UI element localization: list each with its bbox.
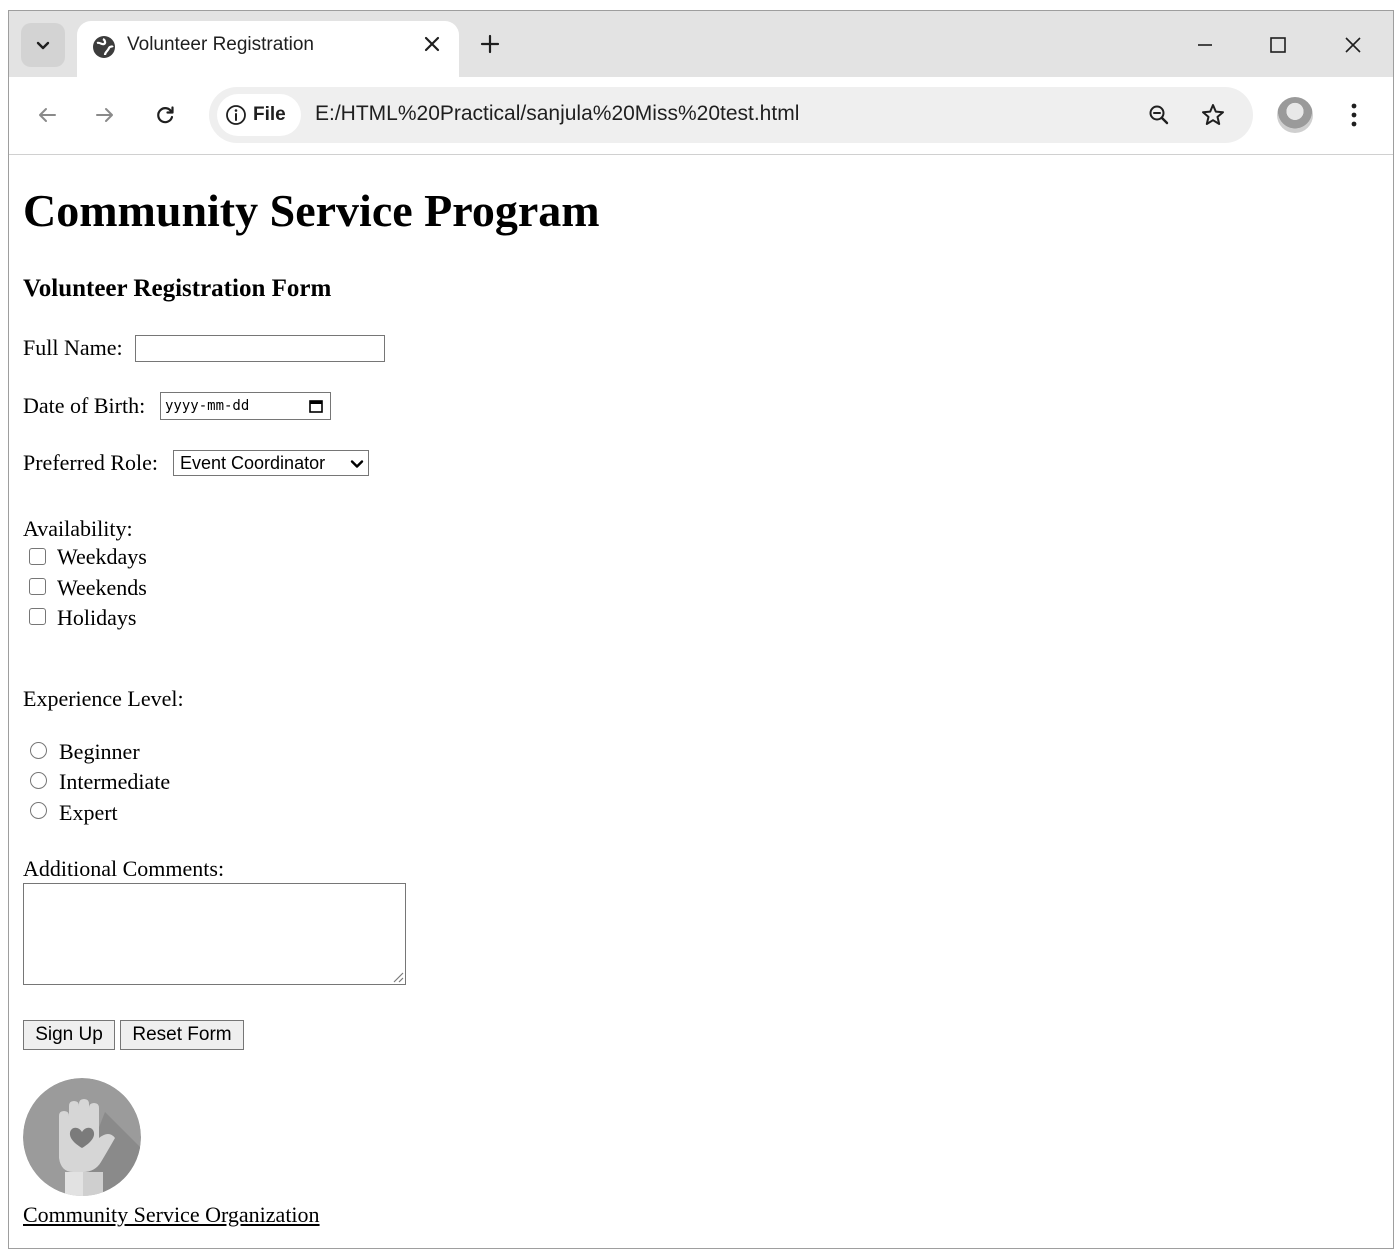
profile-avatar[interactable] [1277,97,1313,133]
close-icon [1345,37,1361,53]
browser-toolbar: File E:/HTML%20Practical/sanjula%20Miss%… [9,77,1393,155]
window-close-button[interactable] [1333,25,1373,65]
dob-input[interactable]: yyyy-mm-dd [160,392,331,420]
radio-intermediate-label: Intermediate [59,769,171,794]
checkbox-weekdays-label: Weekdays [57,544,147,569]
radio-beginner[interactable] [30,742,47,759]
minimize-icon [1198,44,1212,46]
checkbox-weekends[interactable] [29,578,46,595]
helping-hand-heart-icon [23,1078,141,1196]
tab-search-button[interactable] [21,23,65,67]
star-icon [1202,104,1224,125]
role-label: Preferred Role: [23,450,158,475]
organization-logo [23,1078,141,1196]
url-text[interactable]: E:/HTML%20Practical/sanjula%20Miss%20tes… [315,102,799,126]
tab-title: Volunteer Registration [127,34,314,55]
radio-beginner-label: Beginner [59,739,140,764]
comments-textarea[interactable] [23,883,406,985]
radio-intermediate[interactable] [30,772,47,789]
sign-up-button[interactable]: Sign Up [23,1020,115,1050]
dob-placeholder: yyyy-mm-dd [165,398,250,414]
radio-expert-label: Expert [59,800,118,825]
browser-menu-button[interactable] [1339,95,1369,135]
back-button[interactable] [27,95,67,135]
arrow-right-icon [96,108,113,122]
maximize-button[interactable] [1258,25,1298,65]
zoom-button[interactable] [1141,97,1177,133]
bookmark-button[interactable] [1195,97,1231,133]
reload-button[interactable] [145,95,185,135]
arrow-left-icon [39,108,56,122]
page-content: Community Service Program Volunteer Regi… [9,156,1393,1248]
reload-icon [157,106,174,124]
tab-volunteer-registration[interactable]: Volunteer Registration [77,21,459,77]
checkbox-holidays-label: Holidays [57,605,137,630]
close-icon [424,36,440,52]
more-vertical-icon [1351,103,1357,127]
organization-link[interactable]: Community Service Organization [23,1204,320,1226]
checkbox-weekdays[interactable] [29,548,46,565]
experience-label: Experience Level: [23,686,184,711]
minimize-button[interactable] [1185,25,1225,65]
browser-window: Volunteer Registration File E:/HTML%20Pr… [8,10,1394,1249]
resize-grip-icon[interactable] [390,969,404,983]
tab-close-button[interactable] [417,29,447,59]
role-selected-value: Event Coordinator [180,452,326,473]
dob-label: Date of Birth: [23,393,146,418]
chevron-down-icon [36,41,50,50]
radio-expert[interactable] [30,802,47,819]
address-bar[interactable]: File E:/HTML%20Practical/sanjula%20Miss%… [209,87,1253,143]
availability-label: Availability: [23,516,133,541]
checkbox-weekends-label: Weekends [57,575,147,600]
page-title: Community Service Program [23,185,600,236]
full-name-input[interactable] [135,335,385,362]
plus-icon [480,34,500,54]
calendar-icon[interactable] [308,398,324,414]
role-select[interactable]: Event Coordinator [173,450,369,476]
chevron-down-icon [350,460,364,468]
forward-button[interactable] [85,95,125,135]
info-icon [226,105,246,125]
comments-label: Additional Comments: [23,856,225,881]
new-tab-button[interactable] [473,27,507,61]
globe-icon [93,36,115,58]
full-name-label: Full Name: [23,335,123,360]
zoom-out-icon [1149,105,1169,125]
reset-form-button[interactable]: Reset Form [120,1020,244,1050]
site-chip-label: File [253,104,286,125]
maximize-icon [1270,37,1286,53]
site-info-chip[interactable]: File [217,94,301,136]
tab-strip: Volunteer Registration [9,11,1393,77]
checkbox-holidays[interactable] [29,608,46,625]
form-title: Volunteer Registration Form [23,275,332,302]
